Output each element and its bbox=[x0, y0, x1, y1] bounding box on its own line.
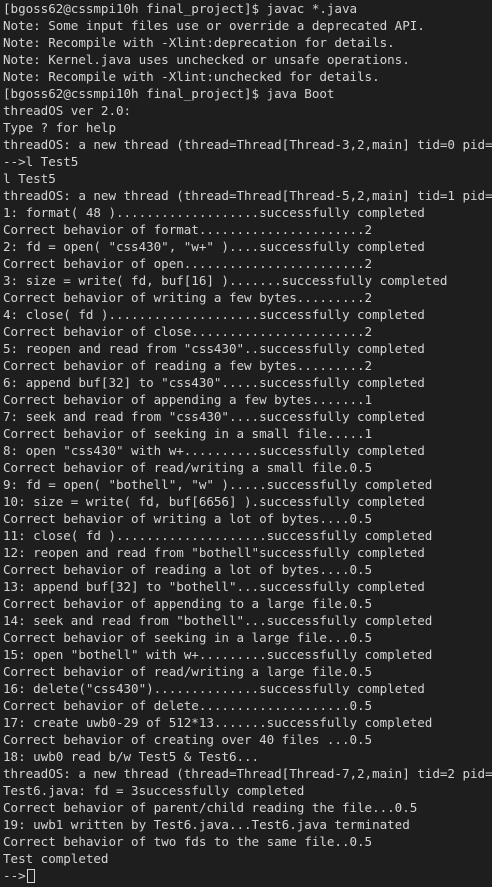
terminal-line: 1: format( 48 )...................succes… bbox=[3, 205, 425, 220]
terminal-line: 12: reopen and read from "bothell"succes… bbox=[3, 545, 425, 560]
terminal-line: 16: delete("css430")..............succes… bbox=[3, 681, 425, 696]
terminal-window[interactable]: [bgoss62@cssmpi10h final_project]$ javac… bbox=[0, 0, 492, 887]
terminal-line: 2: fd = open( "css430", "w+" )....succes… bbox=[3, 239, 425, 254]
terminal-line: 6: append buf[32] to "css430".....succes… bbox=[3, 375, 425, 390]
terminal-line: Correct behavior of writing a lot of byt… bbox=[3, 511, 373, 526]
terminal-line: Correct behavior of read/writing a small… bbox=[3, 460, 373, 475]
terminal-line: threadOS: a new thread (thread=Thread[Th… bbox=[3, 137, 492, 152]
terminal-line: 14: seek and read from "bothell"...succe… bbox=[3, 613, 433, 628]
terminal-line: Correct behavior of format..............… bbox=[3, 222, 373, 237]
terminal-line: 9: fd = open( "bothell", "w" ).....succe… bbox=[3, 477, 433, 492]
terminal-line: [bgoss62@cssmpi10h final_project]$ javac… bbox=[3, 1, 358, 16]
terminal-line: Correct behavior of reading a lot of byt… bbox=[3, 562, 373, 577]
terminal-line: Correct behavior of seeking in a large f… bbox=[3, 630, 373, 645]
terminal-line: Note: Some input files use or override a… bbox=[3, 18, 425, 33]
terminal-line: 7: seek and read from "css430"....succes… bbox=[3, 409, 425, 424]
text-cursor[interactable] bbox=[26, 868, 35, 883]
terminal-line: Correct behavior of delete..............… bbox=[3, 698, 373, 713]
terminal-line: Correct behavior of two fds to the same … bbox=[3, 834, 373, 849]
terminal-line: Correct behavior of parent/child reading… bbox=[3, 800, 418, 815]
terminal-line: -->l Test5 bbox=[3, 154, 79, 169]
terminal-line: Correct behavior of appending a few byte… bbox=[3, 392, 373, 407]
terminal-line: Correct behavior of appending to a large… bbox=[3, 596, 373, 611]
terminal-line: Test6.java: fd = 3successfully completed bbox=[3, 783, 305, 798]
terminal-line: Note: Kernel.java uses unchecked or unsa… bbox=[3, 52, 410, 67]
terminal-line: 17: create uwb0-29 of 512*13.......succe… bbox=[3, 715, 433, 730]
terminal-line: 4: close( fd )....................succes… bbox=[3, 307, 425, 322]
terminal-line: [bgoss62@cssmpi10h final_project]$ java … bbox=[3, 86, 335, 101]
terminal-line: Type ? for help bbox=[3, 120, 116, 135]
terminal-line: Correct behavior of seeking in a small f… bbox=[3, 426, 373, 441]
terminal-line: threadOS ver 2.0: bbox=[3, 103, 132, 118]
terminal-line: 15: open "bothell" with w+.........succe… bbox=[3, 647, 433, 662]
terminal-line: 8: open "css430" with w+..........succes… bbox=[3, 443, 425, 458]
terminal-line: threadOS: a new thread (thread=Thread[Th… bbox=[3, 188, 492, 203]
prompt-text: --> bbox=[3, 868, 26, 883]
terminal-line: Note: Recompile with -Xlint:unchecked fo… bbox=[3, 69, 380, 84]
terminal-line: 19: uwb1 written by Test6.java...Test6.j… bbox=[3, 817, 410, 832]
terminal-line: Correct behavior of read/writing a large… bbox=[3, 664, 373, 679]
terminal-prompt-line[interactable]: --> bbox=[3, 867, 492, 884]
terminal-line: Correct behavior of writing a few bytes.… bbox=[3, 290, 373, 305]
terminal-line: Note: Recompile with -Xlint:deprecation … bbox=[3, 35, 395, 50]
terminal-line: Correct behavior of close...............… bbox=[3, 324, 373, 339]
terminal-line: l Test5 bbox=[3, 171, 56, 186]
terminal-line: Test completed bbox=[3, 851, 109, 866]
terminal-line: 11: close( fd )....................succe… bbox=[3, 528, 433, 543]
terminal-line: threadOS: a new thread (thread=Thread[Th… bbox=[3, 766, 492, 781]
terminal-line: 13: append buf[32] to "bothell"...succes… bbox=[3, 579, 425, 594]
terminal-line: Correct behavior of creating over 40 fil… bbox=[3, 732, 373, 747]
terminal-output: [bgoss62@cssmpi10h final_project]$ javac… bbox=[3, 0, 492, 867]
terminal-line: 18: uwb0 read b/w Test5 & Test6... bbox=[3, 749, 260, 764]
terminal-line: Correct behavior of reading a few bytes.… bbox=[3, 358, 373, 373]
terminal-line: 5: reopen and read from "css430"..succes… bbox=[3, 341, 425, 356]
terminal-line: 10: size = write( fd, buf[6656] ).succes… bbox=[3, 494, 425, 509]
terminal-line: Correct behavior of open................… bbox=[3, 256, 373, 271]
terminal-line: 3: size = write( fd, buf[16] ).......suc… bbox=[3, 273, 448, 288]
